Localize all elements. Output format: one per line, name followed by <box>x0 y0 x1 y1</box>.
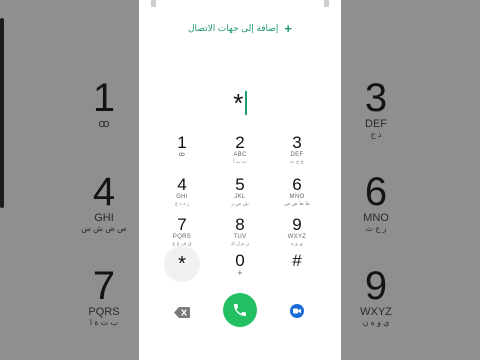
background-key-digit: 4 <box>92 170 116 214</box>
dialer-actions <box>139 292 341 330</box>
key-arabic-letters: ت ب أ <box>233 159 247 165</box>
dialed-number: * <box>233 88 244 118</box>
call-button[interactable] <box>223 293 257 327</box>
background-key-1: 1 ꝏ <box>84 78 124 130</box>
key-digit: 3 <box>292 133 302 152</box>
key-letters: DEF <box>290 152 304 158</box>
voicemail-icon: ꝏ <box>178 152 186 158</box>
number-display[interactable]: * <box>139 88 341 118</box>
video-call-icon <box>293 308 301 314</box>
plus-icon: + <box>284 20 292 36</box>
key-letters: PQRS <box>172 234 192 240</box>
backspace-icon[interactable] <box>174 305 190 318</box>
background-key-letters: ꝏ <box>98 118 110 130</box>
key-5[interactable]: 5 JKL ش س ز <box>213 176 267 212</box>
key-arabic-letters: ر ذ د خ <box>174 201 190 207</box>
key-digit: 9 <box>292 215 302 234</box>
key-letters: WXYZ <box>287 234 307 240</box>
background-key-letters: PQRS <box>88 306 120 318</box>
key-0[interactable]: 0 + <box>213 252 267 288</box>
key-letters: MNO <box>289 194 305 200</box>
key-digit: * <box>178 253 186 275</box>
background-key-digit: 3 <box>364 76 388 120</box>
key-8[interactable]: 8 TUV ن م ل ك <box>213 216 267 252</box>
background-edge-bar <box>0 18 4 208</box>
key-hash[interactable]: # <box>270 252 324 288</box>
key-arabic-letters: ن م ل ك <box>230 241 250 247</box>
key-star[interactable]: * <box>164 246 200 282</box>
key-digit: 2 <box>235 133 245 152</box>
key-arabic-letters: ي و ه <box>291 241 303 247</box>
dialer-panel: إضافة إلى جهات الاتصال + * 1 ꝏ 2 ABC ت ب… <box>139 0 341 360</box>
status-bar-mark-right <box>324 0 329 7</box>
key-letters: GHI <box>176 194 188 200</box>
background-key-arabic: ب ت ة ا <box>89 318 119 327</box>
background-key-6: 6 MNO ز ج ث <box>350 172 402 233</box>
background-key-letters: GHI <box>94 212 114 224</box>
key-digit: 7 <box>177 215 187 234</box>
background-key-arabic: ز ج ث <box>365 224 387 233</box>
key-digit: 6 <box>292 175 302 194</box>
key-6[interactable]: 6 MNO ظ ط ض ص <box>270 176 324 212</box>
background-key-arabic: ذ ج <box>370 130 382 139</box>
background-key-letters: WXYZ <box>360 306 392 318</box>
key-arabic-letters: ش س ز <box>231 201 249 207</box>
background-key-arabic: ي و ه ن <box>362 318 390 327</box>
background-key-3: 3 DEF ذ ج <box>356 78 396 139</box>
background-key-digit: 7 <box>92 264 116 308</box>
key-9[interactable]: 9 WXYZ ي و ه <box>270 216 324 252</box>
key-letters: JKL <box>234 194 246 200</box>
background-key-9: 9 WXYZ ي و ه ن <box>350 266 402 327</box>
background-key-4: 4 GHI ص ض ش س <box>68 172 140 233</box>
add-to-contacts-label: إضافة إلى جهات الاتصال <box>187 22 279 33</box>
status-bar-mark-left <box>151 0 156 7</box>
key-letters: + <box>237 268 243 278</box>
key-digit: 8 <box>235 215 245 234</box>
key-4[interactable]: 4 GHI ر ذ د خ <box>155 176 209 212</box>
add-to-contacts-button[interactable]: إضافة إلى جهات الاتصال + <box>139 20 341 36</box>
background-key-7: 7 PQRS ب ت ة ا <box>78 266 130 327</box>
background-key-letters: MNO <box>363 212 389 224</box>
background-key-letters: DEF <box>365 118 387 130</box>
key-digit: 4 <box>177 175 187 194</box>
phone-icon <box>234 304 246 316</box>
key-letters: TUV <box>233 234 247 240</box>
video-call-button[interactable] <box>290 304 304 318</box>
top-strip <box>139 0 341 8</box>
text-cursor <box>245 91 247 115</box>
key-2[interactable]: 2 ABC ت ب أ <box>213 134 267 170</box>
background-key-arabic: ص ض ش س <box>81 224 127 233</box>
key-arabic-letters: ج ح ث <box>290 159 304 165</box>
key-letters: ABC <box>233 152 247 158</box>
key-digit: # <box>292 251 302 270</box>
key-1[interactable]: 1 ꝏ <box>155 134 209 170</box>
key-digit: 1 <box>177 133 187 152</box>
background-key-digit: 9 <box>364 264 388 308</box>
key-digit: 5 <box>235 175 245 194</box>
key-3[interactable]: 3 DEF ج ح ث <box>270 134 324 170</box>
background-key-digit: 1 <box>92 76 116 120</box>
background-key-digit: 6 <box>364 170 388 214</box>
key-arabic-letters: ظ ط ض ص <box>284 201 310 207</box>
